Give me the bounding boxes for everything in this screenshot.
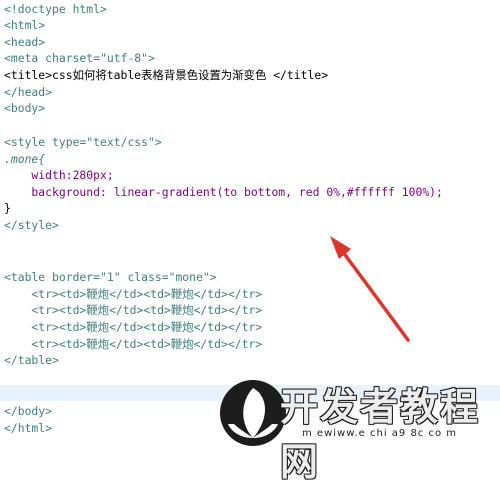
site-watermark: 开发者教程网 m ewiww.e chi a9 8c co m	[218, 378, 500, 484]
watermark-logo-icon	[220, 380, 286, 446]
watermark-url: m ewiww.e chi a9 8c co m	[302, 428, 458, 439]
